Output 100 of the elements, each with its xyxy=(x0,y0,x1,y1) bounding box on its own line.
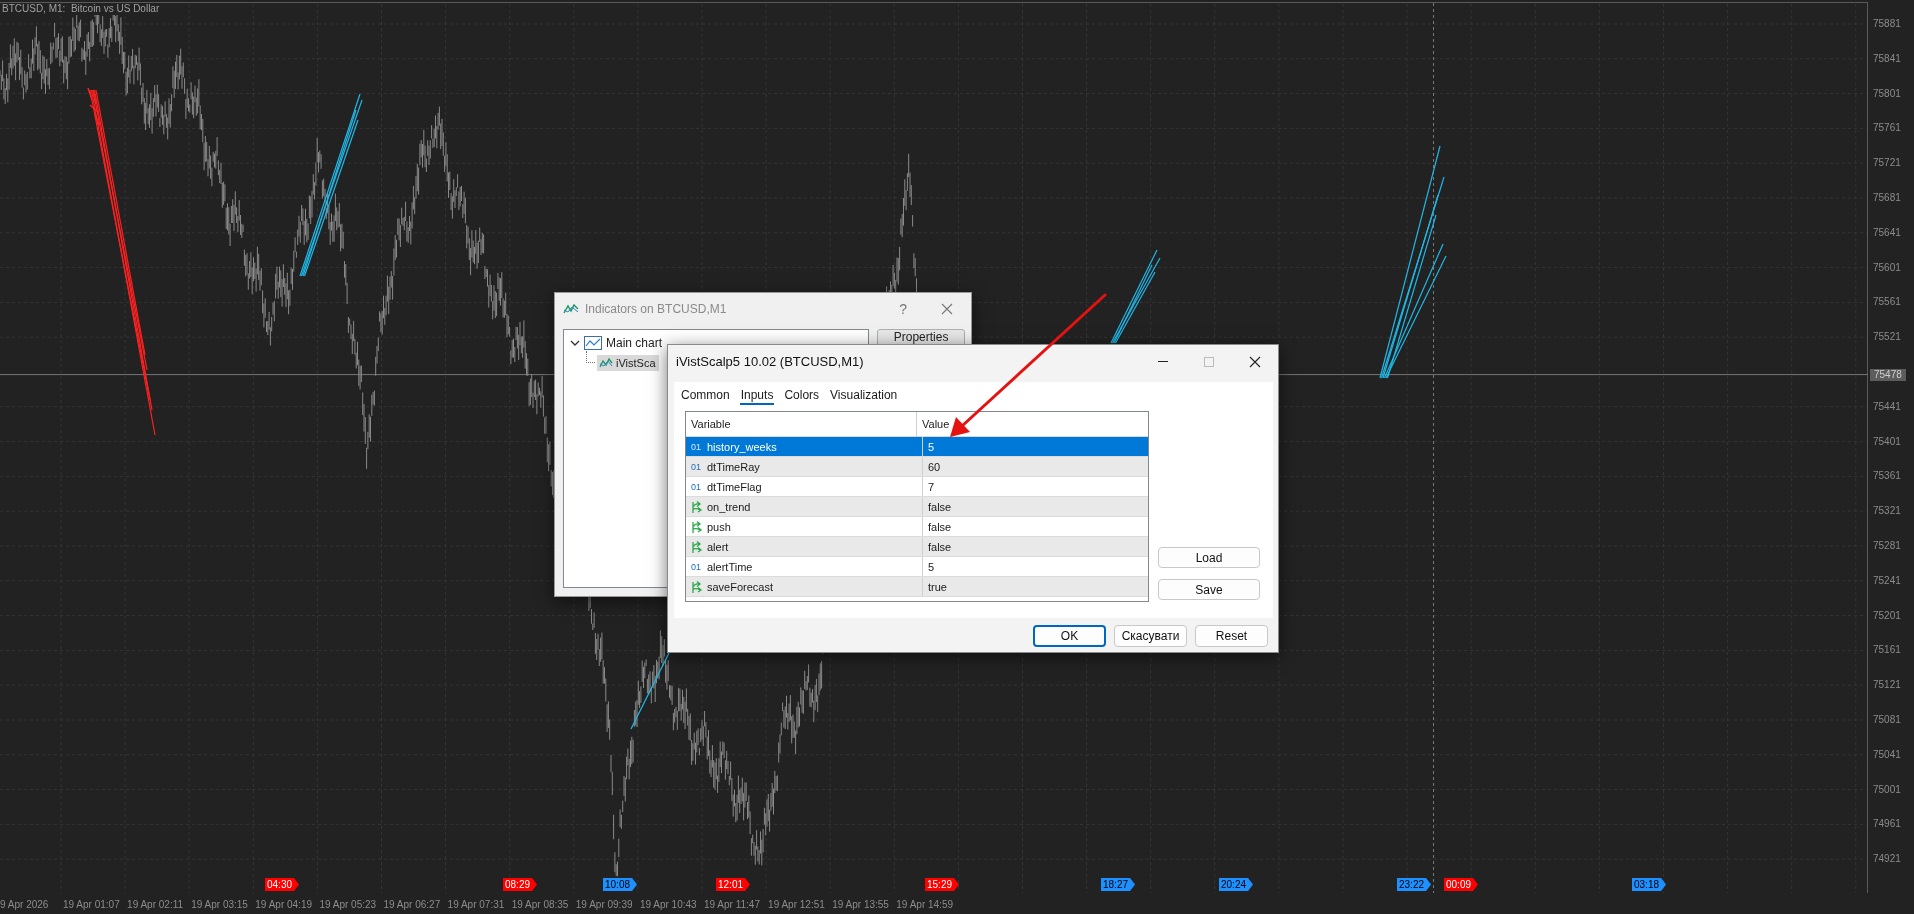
chevron-icon[interactable] xyxy=(570,338,580,348)
time-label: 19 Apr 10:43 xyxy=(639,899,697,911)
branch-arrow-icon xyxy=(691,540,704,553)
dialog-button[interactable]: Reset xyxy=(1195,625,1268,647)
time-label: 19 Apr 02:11 xyxy=(127,899,184,911)
price-label: 75801 xyxy=(1873,87,1901,100)
close-icon xyxy=(941,303,953,315)
table-cell-text: true xyxy=(927,579,948,595)
table-cell: dtTimeRay xyxy=(707,460,760,473)
table-row[interactable]: on_trend false xyxy=(686,497,1148,517)
table-cell: push xyxy=(707,520,731,533)
time-flag: 20:24 xyxy=(1219,878,1254,891)
table-cell-text: 5 xyxy=(927,439,936,455)
indicator-icon xyxy=(563,303,579,315)
price-label: 75081 xyxy=(1873,714,1901,726)
time-flag: 18:27 xyxy=(1101,878,1136,891)
table-row[interactable]: alert false xyxy=(686,537,1148,557)
time-flag: 08:29 xyxy=(503,878,538,891)
price-label: 75241 xyxy=(1873,574,1901,587)
time-label: 19 Apr 05:23 xyxy=(319,899,377,911)
dialog-title: iVistScalp5 10.02 (BTCUSD,M1) xyxy=(676,354,865,369)
tree-item[interactable]: iVistSca xyxy=(597,355,659,371)
tab[interactable]: Visualization xyxy=(829,388,899,405)
price-label: 74961 xyxy=(1873,818,1901,831)
maximize-icon xyxy=(1203,355,1215,368)
time-flag: 04:30 xyxy=(265,878,300,891)
price-label: 75441 xyxy=(1873,400,1901,413)
price-label: 75121 xyxy=(1873,679,1901,692)
line-chart-icon xyxy=(584,336,602,350)
time-flag: 10:08 xyxy=(603,878,638,891)
type-label: 01 xyxy=(691,441,702,452)
dialog-button[interactable]: Скасувати xyxy=(1114,625,1187,647)
price-label: 75361 xyxy=(1873,470,1901,483)
tab[interactable]: Common xyxy=(680,388,731,405)
table-row[interactable]: saveForecast true xyxy=(686,577,1148,597)
price-label: 75041 xyxy=(1873,748,1901,761)
table-cell-text: 7 xyxy=(927,479,936,495)
time-flag: 15:29 xyxy=(925,878,960,891)
type-label: 01 xyxy=(691,461,702,472)
table-cell-text: false xyxy=(927,539,953,555)
time-label: 19 Apr 04:19 xyxy=(255,899,312,911)
tree-item[interactable]: Main chart xyxy=(606,336,663,350)
table-cell-text: false xyxy=(927,499,953,515)
price-label: 75761 xyxy=(1873,122,1901,135)
time-label: 9 Apr 2026 xyxy=(0,899,49,911)
price-label: 75161 xyxy=(1873,644,1901,657)
current-price-label: 75478 xyxy=(1870,368,1906,381)
time-label: 19 Apr 01:07 xyxy=(63,899,120,911)
table-cell: history_weeks xyxy=(707,440,777,453)
dialog-title: Indicators on BTCUSD,M1 xyxy=(585,302,728,316)
time-label: 19 Apr 13:55 xyxy=(832,899,889,911)
time-flag: 12:01 xyxy=(716,878,751,891)
column-header[interactable]: Value xyxy=(917,412,1148,436)
table-row[interactable]: 01 history_weeks 5 xyxy=(686,437,1148,457)
price-label: 75681 xyxy=(1873,192,1901,204)
table-cell-text: 60 xyxy=(927,459,942,475)
tab[interactable]: Colors xyxy=(783,388,821,405)
signal-marks-drawing xyxy=(87,87,100,126)
time-flag: 00:09 xyxy=(1444,878,1479,891)
price-label: 75721 xyxy=(1873,157,1901,170)
type-label: 01 xyxy=(691,561,702,572)
table-cell: on_trend xyxy=(707,500,751,513)
price-label: 75521 xyxy=(1873,331,1901,344)
indicator-icon xyxy=(599,357,613,369)
time-label: 19 Apr 07:31 xyxy=(447,899,505,911)
type-label: 01 xyxy=(691,481,702,492)
price-label: 75841 xyxy=(1873,52,1901,65)
table-cell-text: 5 xyxy=(927,559,936,575)
chart-title: BTCUSD, M1: Bitcoin vs US Dollar xyxy=(0,3,162,15)
price-label: 75561 xyxy=(1873,296,1901,309)
price-label: 74921 xyxy=(1873,853,1901,866)
time-label: 19 Apr 08:35 xyxy=(511,899,569,911)
price-label: 75281 xyxy=(1873,540,1901,552)
branch-arrow-icon xyxy=(691,580,704,593)
dialog-button[interactable]: OK xyxy=(1033,625,1106,647)
side-button[interactable]: Load xyxy=(1158,547,1260,568)
side-button[interactable]: Save xyxy=(1158,579,1260,600)
time-label: 19 Apr 09:39 xyxy=(575,899,633,911)
table-cell: alertTime xyxy=(707,560,753,573)
price-label: 75881 xyxy=(1873,18,1901,30)
price-label: 75321 xyxy=(1873,505,1901,518)
time-label: 19 Apr 03:15 xyxy=(191,899,248,911)
table-cell: dtTimeFlag xyxy=(707,480,762,493)
table-cell-text: false xyxy=(927,519,953,535)
help-button[interactable]: ? xyxy=(897,301,909,317)
table-row[interactable]: 01 dtTimeRay 60 xyxy=(686,457,1148,477)
tab[interactable]: Inputs xyxy=(739,388,775,405)
time-label: 19 Apr 11:47 xyxy=(704,899,760,911)
column-header[interactable]: Variable xyxy=(686,412,917,436)
time-label: 19 Apr 14:59 xyxy=(896,899,953,911)
branch-arrow-icon xyxy=(691,500,704,513)
time-label: 19 Apr 06:27 xyxy=(383,899,441,911)
price-label: 75401 xyxy=(1873,435,1901,448)
branch-arrow-icon xyxy=(691,520,704,533)
time-label: 19 Apr 12:51 xyxy=(768,899,825,911)
time-flag: 03:18 xyxy=(1632,878,1667,891)
time-flag: 23:22 xyxy=(1397,878,1432,891)
price-label: 75201 xyxy=(1873,609,1901,622)
price-label: 75601 xyxy=(1873,261,1901,274)
price-label: 75641 xyxy=(1873,226,1901,239)
